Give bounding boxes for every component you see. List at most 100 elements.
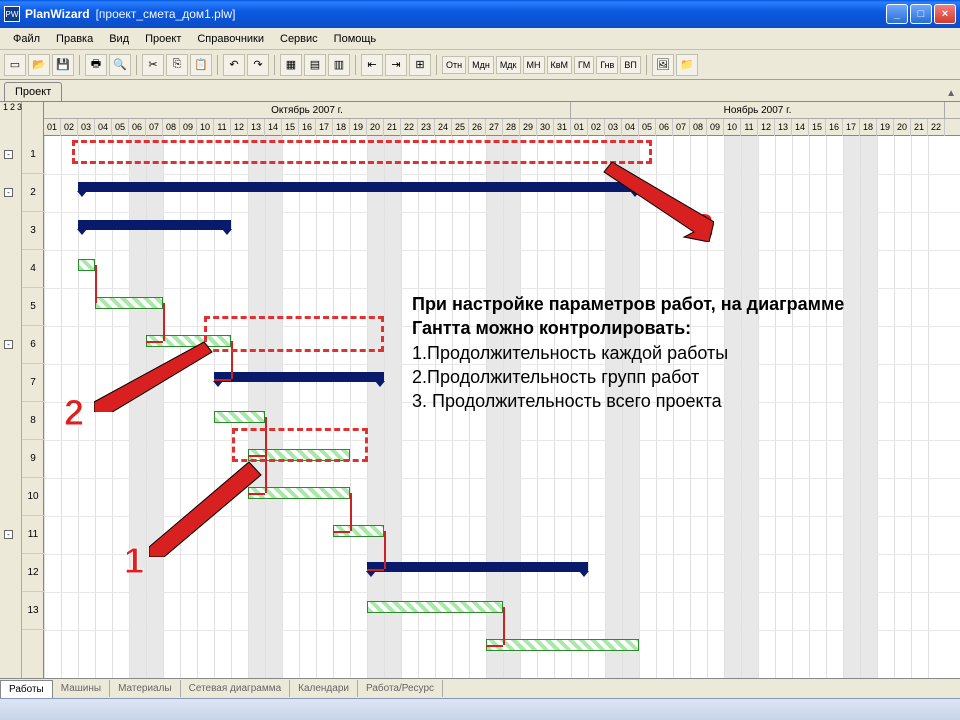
level-1[interactable]: 1 bbox=[2, 102, 9, 112]
tab-network[interactable]: Сетевая диаграмма bbox=[181, 680, 291, 697]
tab-works[interactable]: Работы bbox=[0, 680, 53, 698]
day-header: 01 bbox=[571, 119, 588, 136]
mode-gnv[interactable]: Гнв bbox=[596, 56, 618, 74]
menu-file[interactable]: Файл bbox=[6, 31, 47, 47]
gantt-task-bar[interactable] bbox=[214, 411, 265, 423]
toolbar: ▭ 📂 💾 🖶 🔍 ✂ ⎘ 📋 ↶ ↷ ▦ ▤ ▥ ⇤ ⇥ ⊞ Отн Мдн … bbox=[0, 50, 960, 80]
mode-mdn[interactable]: Мдн bbox=[468, 56, 494, 74]
gantt-summary-bar[interactable] bbox=[214, 372, 384, 382]
day-header: 18 bbox=[333, 119, 350, 136]
callout-number-1: 1 bbox=[124, 540, 144, 582]
row-number[interactable]: 10 bbox=[22, 478, 44, 516]
maximize-button[interactable]: □ bbox=[910, 4, 932, 24]
minimize-button[interactable]: _ bbox=[886, 4, 908, 24]
menu-view[interactable]: Вид bbox=[102, 31, 136, 47]
new-icon[interactable]: ▭ bbox=[4, 54, 26, 76]
time-header: Октябрь 2007 г.Ноябрь 2007 г. 0102030405… bbox=[44, 102, 960, 136]
undo-icon[interactable]: ↶ bbox=[223, 54, 245, 76]
menu-catalogs[interactable]: Справочники bbox=[190, 31, 271, 47]
paste-icon[interactable]: 📋 bbox=[190, 54, 212, 76]
annotation-item-1: 1.Продолжительность каждой работы bbox=[412, 341, 882, 365]
annotation-item-3: 3. Продолжительность всего проекта bbox=[412, 389, 882, 413]
row-number[interactable]: 7 bbox=[22, 364, 44, 402]
mode-kvm[interactable]: КвМ bbox=[547, 56, 573, 74]
mode-otn[interactable]: Отн bbox=[442, 56, 466, 74]
gantt-task-bar[interactable] bbox=[486, 639, 639, 651]
grid-icon[interactable]: ⊞ bbox=[409, 54, 431, 76]
tree-toggle[interactable]: - bbox=[4, 150, 13, 159]
menu-service[interactable]: Сервис bbox=[273, 31, 325, 47]
status-bar bbox=[0, 698, 960, 720]
gantt-chart-area[interactable]: Октябрь 2007 г.Ноябрь 2007 г. 0102030405… bbox=[44, 102, 960, 700]
gantt-task-bar[interactable] bbox=[95, 297, 163, 309]
day-header: 27 bbox=[486, 119, 503, 136]
day-header: 21 bbox=[384, 119, 401, 136]
level-2[interactable]: 2 bbox=[9, 102, 16, 112]
row-number[interactable]: 9 bbox=[22, 440, 44, 478]
day-header: 09 bbox=[707, 119, 724, 136]
menu-edit[interactable]: Правка bbox=[49, 31, 100, 47]
tree-toggle[interactable]: - bbox=[4, 530, 13, 539]
day-header: 14 bbox=[792, 119, 809, 136]
gantt-summary-bar[interactable] bbox=[78, 182, 639, 192]
day-header: 14 bbox=[265, 119, 282, 136]
scroll-up-icon[interactable]: ▲ bbox=[942, 86, 960, 101]
tab-calendars[interactable]: Календари bbox=[290, 680, 358, 697]
day-header: 24 bbox=[435, 119, 452, 136]
row-number[interactable]: 1 bbox=[22, 136, 44, 174]
outdent-icon[interactable]: ⇤ bbox=[361, 54, 383, 76]
gantt-task-bar[interactable] bbox=[78, 259, 95, 271]
day-header: 17 bbox=[316, 119, 333, 136]
mode-gm[interactable]: ГМ bbox=[574, 56, 594, 74]
row-number[interactable]: 4 bbox=[22, 250, 44, 288]
menu-help[interactable]: Помощь bbox=[327, 31, 384, 47]
gantt-summary-bar[interactable] bbox=[367, 562, 588, 572]
gantt-summary-bar[interactable] bbox=[78, 220, 231, 230]
close-button[interactable]: × bbox=[934, 4, 956, 24]
tab-project[interactable]: Проект bbox=[4, 82, 62, 101]
annotation-item-2: 2.Продолжительность групп работ bbox=[412, 365, 882, 389]
tool-icon[interactable]: ▦ bbox=[280, 54, 302, 76]
gantt-task-bar[interactable] bbox=[367, 601, 503, 613]
bottom-tab-strip: Работы Машины Материалы Сетевая диаграмм… bbox=[0, 678, 960, 698]
tree-toggle[interactable]: - bbox=[4, 340, 13, 349]
row-number[interactable]: 6 bbox=[22, 326, 44, 364]
img-icon[interactable]: 🖼 bbox=[652, 54, 674, 76]
day-header: 12 bbox=[758, 119, 775, 136]
level-3[interactable]: 3 bbox=[16, 102, 23, 112]
mode-mn[interactable]: МН bbox=[523, 56, 545, 74]
day-header: 13 bbox=[248, 119, 265, 136]
row-number[interactable]: 12 bbox=[22, 554, 44, 592]
tool2-icon[interactable]: ▤ bbox=[304, 54, 326, 76]
arrow-1 bbox=[149, 457, 269, 557]
indent-icon[interactable]: ⇥ bbox=[385, 54, 407, 76]
cut-icon[interactable]: ✂ bbox=[142, 54, 164, 76]
day-header: 05 bbox=[112, 119, 129, 136]
day-header: 15 bbox=[282, 119, 299, 136]
tab-machines[interactable]: Машины bbox=[53, 680, 110, 697]
row-number[interactable]: 3 bbox=[22, 212, 44, 250]
day-header: 06 bbox=[656, 119, 673, 136]
folder-icon[interactable]: 📁 bbox=[676, 54, 698, 76]
save-icon[interactable]: 💾 bbox=[52, 54, 74, 76]
mode-mdk[interactable]: Мдк bbox=[496, 56, 521, 74]
print-icon[interactable]: 🖶 bbox=[85, 54, 107, 76]
row-number[interactable]: 2 bbox=[22, 174, 44, 212]
menu-project[interactable]: Проект bbox=[138, 31, 188, 47]
row-number[interactable]: 13 bbox=[22, 592, 44, 630]
tree-toggle[interactable]: - bbox=[4, 188, 13, 197]
mode-vp[interactable]: ВП bbox=[620, 56, 640, 74]
tool3-icon[interactable]: ▥ bbox=[328, 54, 350, 76]
row-number[interactable]: 5 bbox=[22, 288, 44, 326]
row-number[interactable]: 11 bbox=[22, 516, 44, 554]
day-header: 22 bbox=[928, 119, 945, 136]
tab-materials[interactable]: Материалы bbox=[110, 680, 181, 697]
redo-icon[interactable]: ↷ bbox=[247, 54, 269, 76]
preview-icon[interactable]: 🔍 bbox=[109, 54, 131, 76]
day-header: 02 bbox=[61, 119, 78, 136]
tab-work-resource[interactable]: Работа/Ресурс bbox=[358, 680, 443, 697]
open-icon[interactable]: 📂 bbox=[28, 54, 50, 76]
day-header: 02 bbox=[588, 119, 605, 136]
row-number[interactable]: 8 bbox=[22, 402, 44, 440]
copy-icon[interactable]: ⎘ bbox=[166, 54, 188, 76]
